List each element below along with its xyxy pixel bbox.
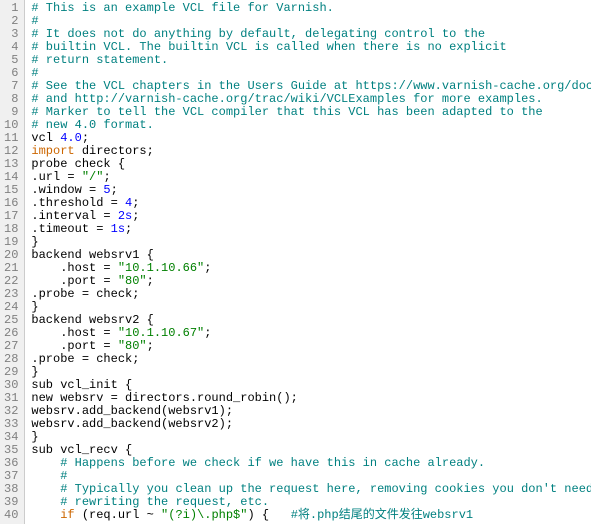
code-line[interactable]: probe check { bbox=[31, 158, 591, 171]
line-number: 40 bbox=[4, 509, 18, 522]
code-line[interactable]: # new 4.0 format. bbox=[31, 119, 591, 132]
code-line[interactable]: if (req.url ~ "(?i)\.php$") { #将.php结尾的文… bbox=[31, 509, 591, 522]
code-line[interactable]: # This is an example VCL file for Varnis… bbox=[31, 2, 591, 15]
code-line[interactable]: websrv.add_backend(websrv2); bbox=[31, 418, 591, 431]
code-line[interactable]: .probe = check; bbox=[31, 353, 591, 366]
code-line[interactable]: .probe = check; bbox=[31, 288, 591, 301]
code-line[interactable]: # return statement. bbox=[31, 54, 591, 67]
code-line[interactable]: # Happens before we check if we have thi… bbox=[31, 457, 591, 470]
code-editor[interactable]: # This is an example VCL file for Varnis… bbox=[25, 0, 591, 524]
line-number-gutter: 1234567891011121314151617181920212223242… bbox=[0, 0, 25, 524]
code-line[interactable]: .timeout = 1s; bbox=[31, 223, 591, 236]
